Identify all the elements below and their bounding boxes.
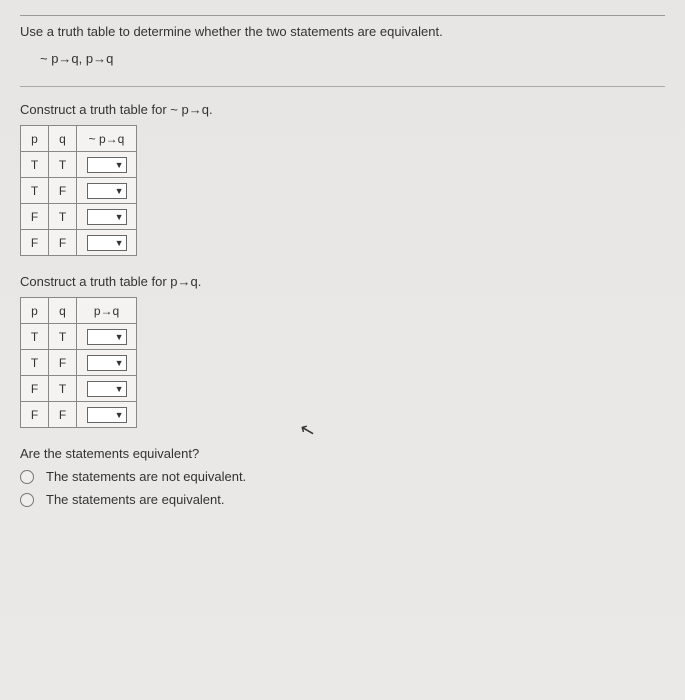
table1-header-p: p (21, 126, 49, 152)
table1-cell-p: F (21, 230, 49, 256)
table1-dropdown[interactable]: ▼ (87, 209, 127, 225)
table2-cell-q: T (49, 324, 77, 350)
table1-cell-p: T (21, 178, 49, 204)
table1-cell-p: F (21, 204, 49, 230)
table2-dropdown[interactable]: ▼ (87, 407, 127, 423)
option-not-equivalent[interactable]: The statements are not equivalent. (20, 469, 665, 484)
table1-cell-q: T (49, 204, 77, 230)
table1-cell-q: F (49, 230, 77, 256)
table2-header-q: q (49, 298, 77, 324)
truth-table-2: p q p→q T T ▼ T F ▼ F T ▼ F F ▼ (20, 297, 137, 428)
radio-icon[interactable] (20, 470, 34, 484)
table1-cell-p: T (21, 152, 49, 178)
table1-dropdown[interactable]: ▼ (87, 235, 127, 251)
truth-table-1: p q ~ p→q T T ▼ T F ▼ F T ▼ F F ▼ (20, 125, 137, 256)
horizontal-divider (20, 86, 665, 87)
table2-cell-p: F (21, 376, 49, 402)
table2-cell-q: T (49, 376, 77, 402)
answer-prompt: Are the statements equivalent? (20, 446, 665, 461)
option-label: The statements are equivalent. (46, 492, 225, 507)
table2-dropdown[interactable]: ▼ (87, 329, 127, 345)
table1-header-q: q (49, 126, 77, 152)
table1-dropdown[interactable]: ▼ (87, 157, 127, 173)
table2-header-result: p→q (77, 298, 137, 324)
table2-cell-q: F (49, 402, 77, 428)
table2-cell-p: T (21, 350, 49, 376)
table2-header-p: p (21, 298, 49, 324)
expression-text: ~ p→q, p→q (40, 51, 665, 66)
radio-icon[interactable] (20, 493, 34, 507)
option-equivalent[interactable]: The statements are equivalent. (20, 492, 665, 507)
section2-label: Construct a truth table for p→q. (20, 274, 665, 289)
table1-cell-q: T (49, 152, 77, 178)
table2-dropdown[interactable]: ▼ (87, 355, 127, 371)
table1-header-result: ~ p→q (77, 126, 137, 152)
table1-cell-q: F (49, 178, 77, 204)
table2-cell-p: F (21, 402, 49, 428)
table2-cell-q: F (49, 350, 77, 376)
table1-dropdown[interactable]: ▼ (87, 183, 127, 199)
option-label: The statements are not equivalent. (46, 469, 246, 484)
table2-dropdown[interactable]: ▼ (87, 381, 127, 397)
table2-cell-p: T (21, 324, 49, 350)
section1-label: Construct a truth table for ~ p→q. (20, 102, 665, 117)
question-text: Use a truth table to determine whether t… (20, 24, 665, 39)
